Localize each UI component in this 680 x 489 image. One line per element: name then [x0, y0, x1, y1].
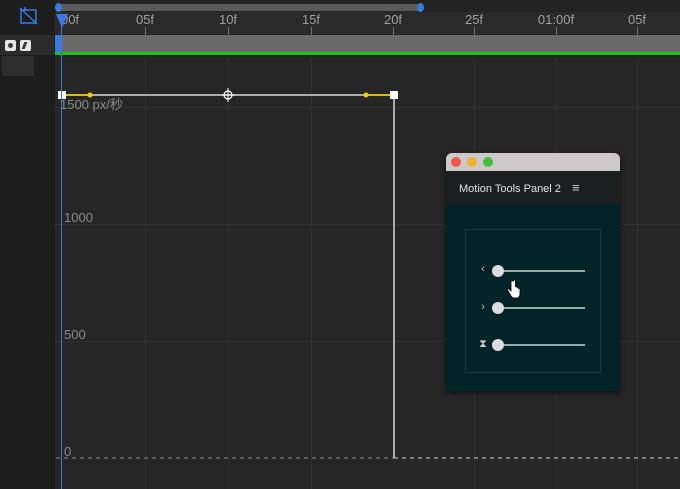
minimize-button[interactable]	[467, 157, 477, 167]
keyframe-start[interactable]	[58, 91, 66, 99]
bezier-handle[interactable]	[87, 92, 93, 98]
ease-out-icon: ›	[481, 301, 485, 313]
motion-tools-panel: Motion Tools Panel 2 ≡ ‹ › ⧗	[446, 153, 620, 391]
slider-group: ‹ › ⧗	[465, 229, 601, 373]
hand-cursor-icon	[507, 280, 521, 299]
panel-title: Motion Tools Panel 2	[459, 183, 561, 195]
ease-out-slider-knob[interactable]	[492, 302, 504, 314]
ease-out-slider-track[interactable]	[496, 307, 585, 309]
panel-titlebar[interactable]	[446, 153, 620, 171]
ease-in-icon: ‹	[481, 263, 485, 275]
duration-slider-track[interactable]	[496, 344, 585, 346]
playhead-marker[interactable]	[56, 14, 68, 28]
playhead-line[interactable]	[61, 14, 62, 489]
bezier-handle[interactable]	[363, 92, 369, 98]
ease-in-slider-knob[interactable]	[492, 265, 504, 277]
zoom-button[interactable]	[483, 157, 493, 167]
ease-in-slider-track[interactable]	[496, 270, 585, 272]
panel-header: Motion Tools Panel 2 ≡	[446, 171, 620, 204]
hourglass-icon: ⧗	[479, 338, 487, 350]
close-button[interactable]	[451, 157, 461, 167]
duration-slider-knob[interactable]	[492, 339, 504, 351]
keyframe-end[interactable]	[390, 91, 398, 99]
hamburger-menu-icon[interactable]: ≡	[572, 180, 580, 195]
